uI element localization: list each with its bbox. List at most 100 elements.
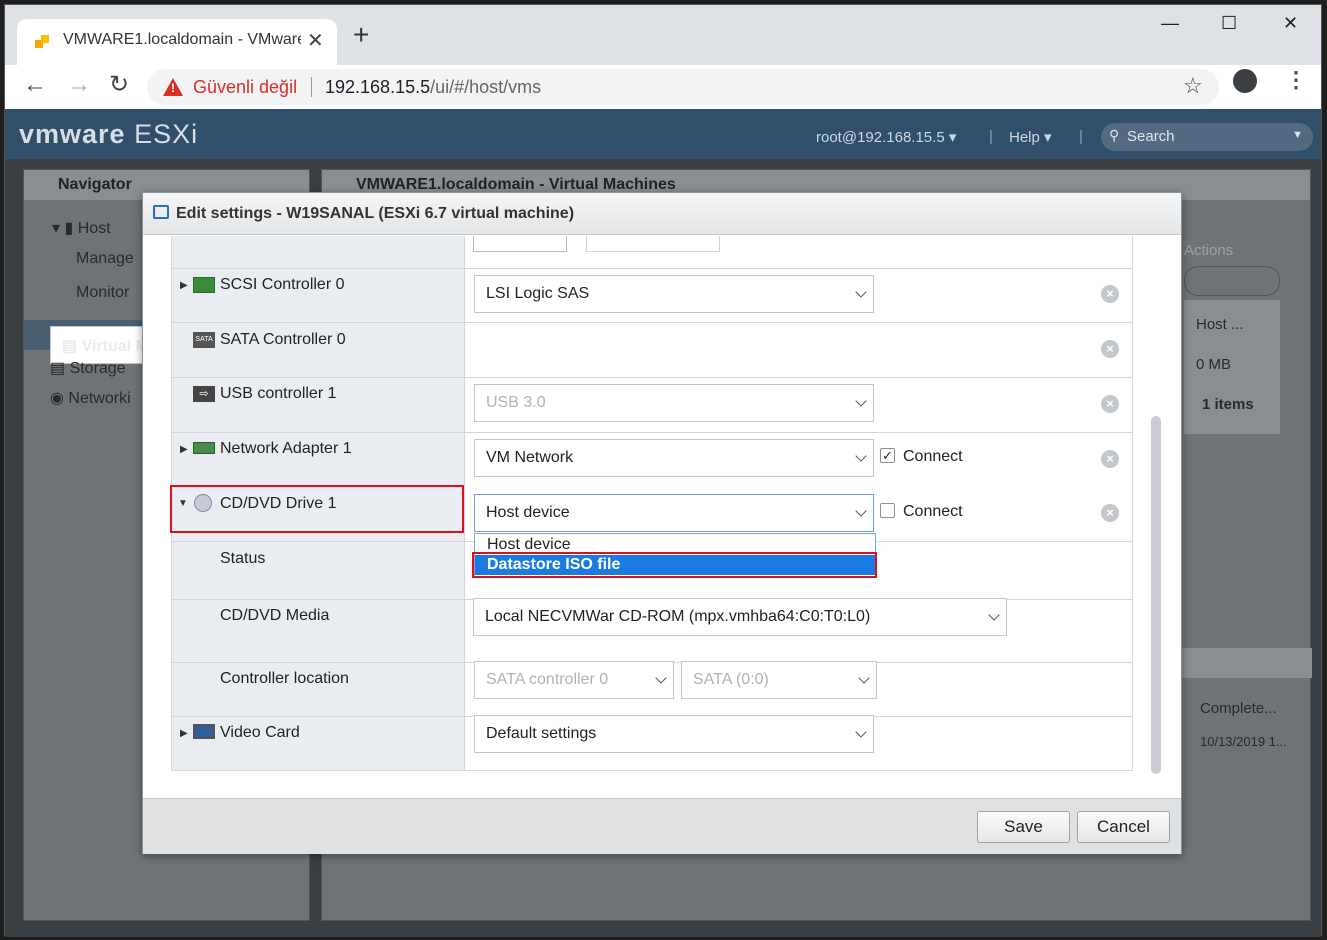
- video-card-icon: [193, 724, 215, 739]
- back-arrow-icon[interactable]: ←: [23, 73, 47, 97]
- cd-dvd-type-select[interactable]: Host device: [474, 494, 874, 532]
- status-label: Status: [220, 550, 266, 567]
- usb-type-value: USB 3.0: [486, 394, 546, 411]
- nav-networking-label: Networki: [68, 390, 131, 407]
- address-bar: ← → ↻ ! Güvenli değil 192.168.15.5/ui/#/…: [5, 65, 1321, 109]
- usb-type-select: USB 3.0: [474, 384, 874, 422]
- filter-box[interactable]: [1184, 266, 1280, 296]
- save-button[interactable]: Save: [977, 811, 1070, 843]
- network-adapter-label: Network Adapter 1: [220, 440, 352, 457]
- row-divider: [172, 432, 1132, 433]
- search-icon: ⚲: [1109, 127, 1120, 143]
- new-tab-button[interactable]: +: [353, 21, 369, 49]
- user-menu[interactable]: root@192.168.15.5 ▾: [816, 128, 956, 146]
- vmware-favicon-icon: [35, 35, 51, 49]
- controller-slot-value: SATA (0:0): [693, 671, 769, 688]
- logo-brand: vmware: [19, 119, 126, 149]
- chevron-down-icon: [855, 395, 867, 407]
- completed-column-header[interactable]: Complete...: [1200, 700, 1277, 717]
- network-connect-checkbox[interactable]: ✓: [880, 448, 895, 463]
- sata-controller-label: SATA Controller 0: [220, 331, 346, 348]
- video-card-value: Default settings: [486, 725, 597, 742]
- dialog-footer: Save Cancel: [143, 798, 1181, 854]
- chevron-down-icon: [655, 672, 667, 684]
- header-search[interactable]: ⚲ Search ▼: [1101, 123, 1313, 151]
- nav-vm-label: Virtual M: [81, 338, 149, 355]
- nav-manage[interactable]: Manage: [76, 250, 134, 268]
- edit-settings-dialog: Edit settings - W19SANAL (ESXi 6.7 virtu…: [142, 192, 1182, 854]
- dialog-body: ▶ SCSI Controller 0 LSI Logic SAS × SATA…: [143, 236, 1181, 798]
- search-placeholder: Search: [1127, 128, 1175, 145]
- expand-caret-icon[interactable]: ▶: [180, 728, 188, 739]
- security-label[interactable]: Güvenli değil: [193, 77, 297, 98]
- expand-caret-icon[interactable]: ▶: [180, 280, 188, 291]
- network-value: VM Network: [486, 449, 574, 466]
- url-path: /ui/#/host/vms: [430, 77, 542, 97]
- chevron-down-icon: [855, 726, 867, 738]
- chevron-down-icon: [855, 450, 867, 462]
- actions-menu[interactable]: Actions: [1184, 242, 1233, 259]
- network-connect-label[interactable]: Connect: [903, 448, 963, 466]
- chevron-down-icon: [858, 672, 870, 684]
- cd-dvd-media-select[interactable]: Local NECVMWar CD-ROM (mpx.vmhba64:C0:T0…: [473, 598, 1007, 636]
- nav-storage[interactable]: ▤ Storage: [50, 358, 126, 378]
- remove-device-icon[interactable]: ×: [1101, 450, 1119, 468]
- nav-host-label: Host: [77, 220, 111, 237]
- tab-close-icon[interactable]: ✕: [307, 28, 324, 53]
- row-divider: [172, 322, 1132, 323]
- cd-dvd-connect-checkbox[interactable]: [880, 503, 895, 518]
- close-window-button[interactable]: ✕: [1283, 13, 1298, 34]
- remove-device-icon[interactable]: ×: [1101, 285, 1119, 303]
- cancel-button[interactable]: Cancel: [1077, 811, 1170, 843]
- url-host: 192.168.15.5: [325, 77, 431, 97]
- vm-settings-icon: [153, 205, 169, 219]
- cd-dvd-connect-label[interactable]: Connect: [903, 503, 963, 521]
- expand-caret-icon[interactable]: ▶: [180, 444, 188, 455]
- tab-strip: VMWARE1.localdomain - VMware ESXi ✕ + — …: [5, 5, 1321, 65]
- dialog-title: Edit settings - W19SANAL (ESXi 6.7 virtu…: [176, 205, 575, 222]
- reload-icon[interactable]: ↻: [109, 73, 129, 97]
- video-card-label: Video Card: [220, 724, 300, 741]
- memory-value: 0 MB: [1196, 356, 1232, 373]
- warning-icon: !: [163, 78, 183, 96]
- annotation-highlight-datastore-iso: [472, 552, 877, 578]
- host-column-header[interactable]: Host ...: [1196, 316, 1244, 333]
- remove-device-icon[interactable]: ×: [1101, 504, 1119, 522]
- url-text[interactable]: 192.168.15.5/ui/#/host/vms: [325, 77, 541, 98]
- network-select[interactable]: VM Network: [474, 439, 874, 477]
- dialog-titlebar: Edit settings - W19SANAL (ESXi 6.7 virtu…: [143, 193, 1181, 235]
- row-divider: [172, 268, 1132, 269]
- dialog-scrollbar[interactable]: [1151, 416, 1161, 774]
- scsi-controller-icon: [193, 277, 215, 293]
- row-divider: [172, 377, 1132, 378]
- nav-host[interactable]: ▾ ▮ Host: [52, 218, 111, 238]
- cd-dvd-media-label: CD/DVD Media: [220, 607, 330, 624]
- browser-menu-icon[interactable]: ⋮: [1285, 67, 1307, 93]
- video-card-select[interactable]: Default settings: [474, 715, 874, 753]
- completed-value: 10/13/2019 1...: [1200, 734, 1287, 749]
- bookmark-star-icon[interactable]: ☆: [1183, 73, 1203, 99]
- controller-location-label: Controller location: [220, 670, 349, 687]
- remove-device-icon[interactable]: ×: [1101, 340, 1119, 358]
- chevron-down-icon: [855, 505, 867, 517]
- nav-monitor[interactable]: Monitor: [76, 284, 129, 302]
- usb-controller-icon: ⇨: [193, 386, 215, 402]
- header-divider: |: [1079, 128, 1083, 145]
- usb-controller-label: USB controller 1: [220, 385, 337, 402]
- remove-device-icon[interactable]: ×: [1101, 395, 1119, 413]
- chevron-down-icon: [988, 609, 1000, 621]
- maximize-button[interactable]: ☐: [1221, 13, 1237, 34]
- items-count: 1 items: [1202, 396, 1254, 413]
- annotation-highlight-cd-dvd: [170, 485, 464, 533]
- minimize-button[interactable]: —: [1161, 13, 1179, 34]
- scsi-type-select[interactable]: LSI Logic SAS: [474, 275, 874, 313]
- url-omnibox[interactable]: ! Güvenli değil 192.168.15.5/ui/#/host/v…: [147, 69, 1219, 105]
- nav-networking[interactable]: ◉ Networki: [50, 388, 131, 408]
- logo-product: ESXi: [134, 119, 199, 149]
- profile-avatar-icon[interactable]: [1233, 69, 1257, 93]
- cd-dvd-type-value: Host device: [486, 504, 570, 521]
- forward-arrow-icon[interactable]: →: [67, 73, 91, 97]
- scsi-type-value: LSI Logic SAS: [486, 285, 590, 302]
- browser-tab[interactable]: VMWARE1.localdomain - VMware ESXi ✕: [17, 19, 337, 65]
- help-menu[interactable]: Help ▾: [1009, 128, 1052, 146]
